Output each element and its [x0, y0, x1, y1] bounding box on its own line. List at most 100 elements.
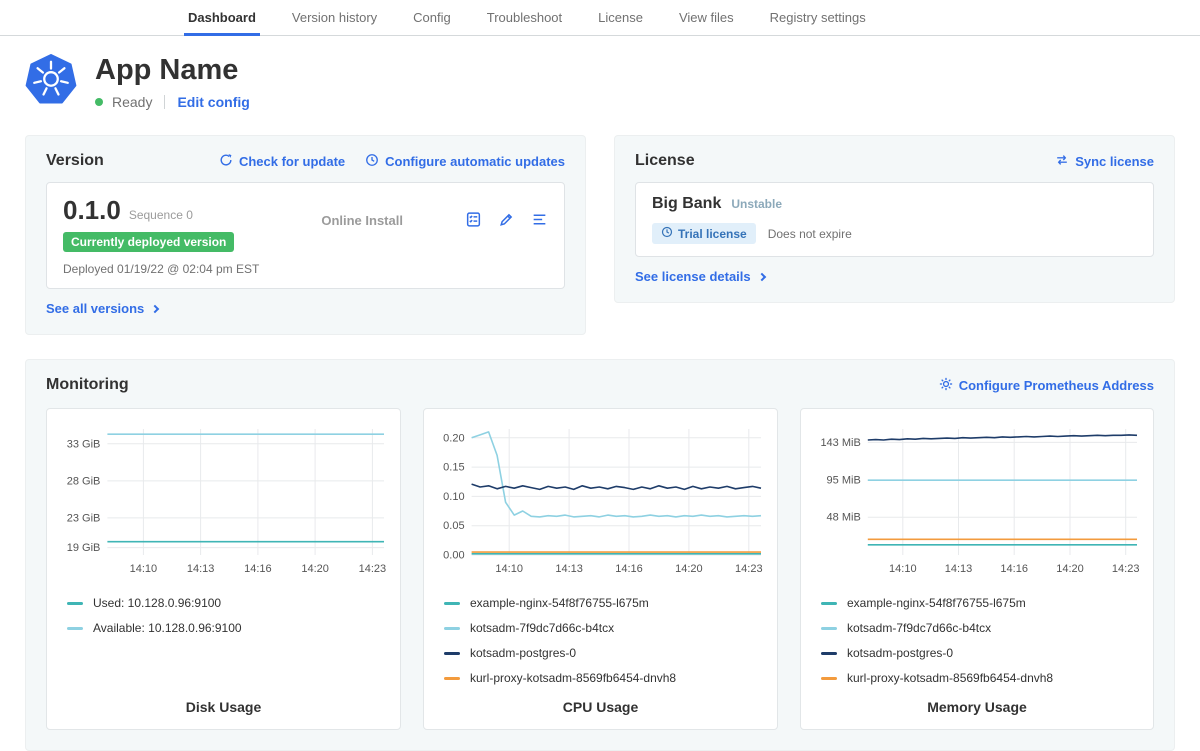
memory-usage-chart-panel: 48 MiB95 MiB143 MiB14:1014:1314:1614:201…: [800, 408, 1154, 730]
chart-legend: Used: 10.128.0.96:9100Available: 10.128.…: [67, 596, 390, 635]
legend-label: kotsadm-7f9dc7d66c-b4tcx: [470, 621, 614, 635]
legend-label: example-nginx-54f8f76755-l675m: [847, 596, 1026, 610]
svg-text:0.15: 0.15: [443, 462, 464, 474]
edit-config-icon[interactable]: [498, 211, 515, 228]
check-for-update-label: Check for update: [239, 154, 345, 169]
legend-item: kotsadm-7f9dc7d66c-b4tcx: [444, 621, 767, 635]
chart-svg: 19 GiB23 GiB28 GiB33 GiB14:1014:1314:161…: [57, 421, 390, 579]
svg-text:19 GiB: 19 GiB: [67, 542, 101, 554]
top-nav: Dashboard Version history Config Trouble…: [0, 0, 1200, 36]
legend-dash-icon: [67, 627, 83, 630]
legend-dash-icon: [821, 602, 837, 605]
deployed-version-badge: Currently deployed version: [63, 232, 234, 252]
kubernetes-logo-icon: [25, 54, 77, 111]
license-card: License Sync license Big Bank Unstable T…: [614, 135, 1175, 303]
tab-dashboard[interactable]: Dashboard: [170, 0, 274, 35]
svg-text:0.05: 0.05: [443, 520, 464, 532]
release-notes-icon[interactable]: [465, 211, 482, 228]
trial-license-badge: Trial license: [652, 223, 756, 244]
see-all-versions-label: See all versions: [46, 301, 144, 316]
svg-text:0.10: 0.10: [443, 491, 464, 503]
tab-label: Dashboard: [188, 10, 256, 25]
license-details-box: Big Bank Unstable Trial license Does not…: [635, 182, 1154, 257]
trial-license-label: Trial license: [678, 227, 747, 241]
edit-config-label: Edit config: [177, 94, 249, 110]
see-all-versions-link[interactable]: See all versions: [46, 301, 158, 316]
legend-label: example-nginx-54f8f76755-l675m: [470, 596, 649, 610]
svg-text:14:10: 14:10: [130, 563, 158, 575]
tab-view-files[interactable]: View files: [661, 0, 752, 35]
legend-label: kotsadm-postgres-0: [847, 646, 953, 660]
tab-label: Troubleshoot: [487, 10, 562, 25]
chart-legend: example-nginx-54f8f76755-l675m kotsadm-7f…: [444, 596, 767, 685]
monitoring-section: Monitoring Configure Prometheus Address …: [25, 359, 1175, 751]
chart-title: CPU Usage: [434, 685, 767, 715]
sequence-label: Sequence 0: [129, 208, 193, 222]
svg-text:14:13: 14:13: [555, 563, 583, 575]
tab-label: License: [598, 10, 643, 25]
svg-text:95 MiB: 95 MiB: [827, 475, 861, 487]
tab-label: Config: [413, 10, 451, 25]
svg-text:0.00: 0.00: [443, 550, 464, 562]
check-for-update-link[interactable]: Check for update: [219, 153, 345, 170]
svg-text:14:20: 14:20: [675, 563, 703, 575]
chevron-right-icon: [757, 272, 765, 280]
legend-label: kotsadm-7f9dc7d66c-b4tcx: [847, 621, 991, 635]
tab-config[interactable]: Config: [395, 0, 469, 35]
see-license-details-label: See license details: [635, 269, 751, 284]
svg-text:14:16: 14:16: [244, 563, 272, 575]
svg-text:14:20: 14:20: [301, 563, 329, 575]
divider: [164, 95, 165, 109]
deploy-logs-icon[interactable]: [531, 211, 548, 228]
chart-plot: 0.000.050.100.150.2014:1014:1314:1614:20…: [434, 421, 767, 584]
svg-text:14:13: 14:13: [187, 563, 215, 575]
configure-automatic-updates-link[interactable]: Configure automatic updates: [365, 153, 565, 170]
tab-registry-settings[interactable]: Registry settings: [752, 0, 884, 35]
legend-dash-icon: [444, 677, 460, 680]
refresh-icon: [219, 153, 233, 170]
legend-item: example-nginx-54f8f76755-l675m: [821, 596, 1143, 610]
legend-dash-icon: [67, 602, 83, 605]
chart-title: Disk Usage: [57, 685, 390, 715]
tab-license[interactable]: License: [580, 0, 661, 35]
svg-text:14:10: 14:10: [889, 563, 917, 575]
disk-usage-chart-panel: 19 GiB23 GiB28 GiB33 GiB14:1014:1314:161…: [46, 408, 401, 730]
svg-text:48 MiB: 48 MiB: [827, 512, 861, 524]
see-license-details-link[interactable]: See license details: [635, 269, 765, 284]
page-title: App Name: [95, 55, 250, 87]
svg-text:14:10: 14:10: [495, 563, 523, 575]
svg-text:14:13: 14:13: [945, 563, 973, 575]
legend-dash-icon: [444, 652, 460, 655]
configure-prometheus-link[interactable]: Configure Prometheus Address: [939, 377, 1154, 394]
sync-license-link[interactable]: Sync license: [1055, 153, 1154, 170]
legend-dash-icon: [444, 627, 460, 630]
chart-legend: example-nginx-54f8f76755-l675m kotsadm-7f…: [821, 596, 1143, 685]
legend-dash-icon: [821, 627, 837, 630]
license-expiry: Does not expire: [768, 227, 852, 241]
tab-version-history[interactable]: Version history: [274, 0, 395, 35]
sync-icon: [1055, 153, 1069, 170]
chevron-right-icon: [151, 304, 159, 312]
legend-item: kotsadm-7f9dc7d66c-b4tcx: [821, 621, 1143, 635]
tab-label: View files: [679, 10, 734, 25]
version-card-title: Version: [46, 152, 104, 170]
svg-text:14:23: 14:23: [735, 563, 763, 575]
deployed-timestamp: Deployed 01/19/22 @ 02:04 pm EST: [63, 262, 259, 276]
tab-troubleshoot[interactable]: Troubleshoot: [469, 0, 580, 35]
current-version-box: 0.1.0 Sequence 0 Currently deployed vers…: [46, 182, 565, 289]
legend-dash-icon: [821, 677, 837, 680]
svg-text:14:20: 14:20: [1056, 563, 1084, 575]
version-number: 0.1.0: [63, 195, 121, 226]
svg-text:14:23: 14:23: [1112, 563, 1140, 575]
chart-svg: 0.000.050.100.150.2014:1014:1314:1614:20…: [434, 421, 767, 579]
legend-label: kotsadm-postgres-0: [470, 646, 576, 660]
status-dot: [95, 98, 103, 106]
chart-plot: 48 MiB95 MiB143 MiB14:1014:1314:1614:201…: [811, 421, 1143, 584]
version-card: Version Check for update Configure autom…: [25, 135, 586, 335]
cpu-usage-chart-panel: 0.000.050.100.150.2014:1014:1314:1614:20…: [423, 408, 778, 730]
legend-label: kurl-proxy-kotsadm-8569fb6454-dnvh8: [470, 671, 676, 685]
svg-text:23 GiB: 23 GiB: [67, 512, 101, 524]
chart-plot: 19 GiB23 GiB28 GiB33 GiB14:1014:1314:161…: [57, 421, 390, 584]
legend-item: Used: 10.128.0.96:9100: [67, 596, 390, 610]
edit-config-link[interactable]: Edit config: [177, 94, 249, 110]
